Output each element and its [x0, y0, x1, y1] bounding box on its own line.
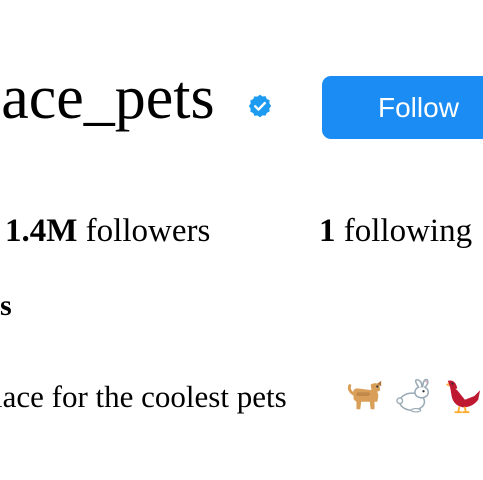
- followers-stat[interactable]: 1.4M followers: [5, 211, 210, 251]
- bird-emoji-icon: [445, 380, 481, 414]
- rabbit-emoji-icon: [396, 378, 430, 413]
- verified-badge-icon: [248, 94, 272, 118]
- bio-name: ts: [0, 289, 12, 322]
- bio-text: lace for the coolest pets: [0, 379, 287, 414]
- following-count: 1: [319, 213, 336, 249]
- following-label: following: [343, 213, 473, 249]
- following-stat[interactable]: 1 following: [319, 211, 472, 251]
- follow-button[interactable]: Follow: [322, 76, 483, 139]
- profile-username: lace_pets: [0, 64, 215, 132]
- dog-emoji-icon: [347, 380, 382, 410]
- followers-count: 1.4M: [5, 213, 78, 249]
- followers-label: followers: [85, 213, 211, 249]
